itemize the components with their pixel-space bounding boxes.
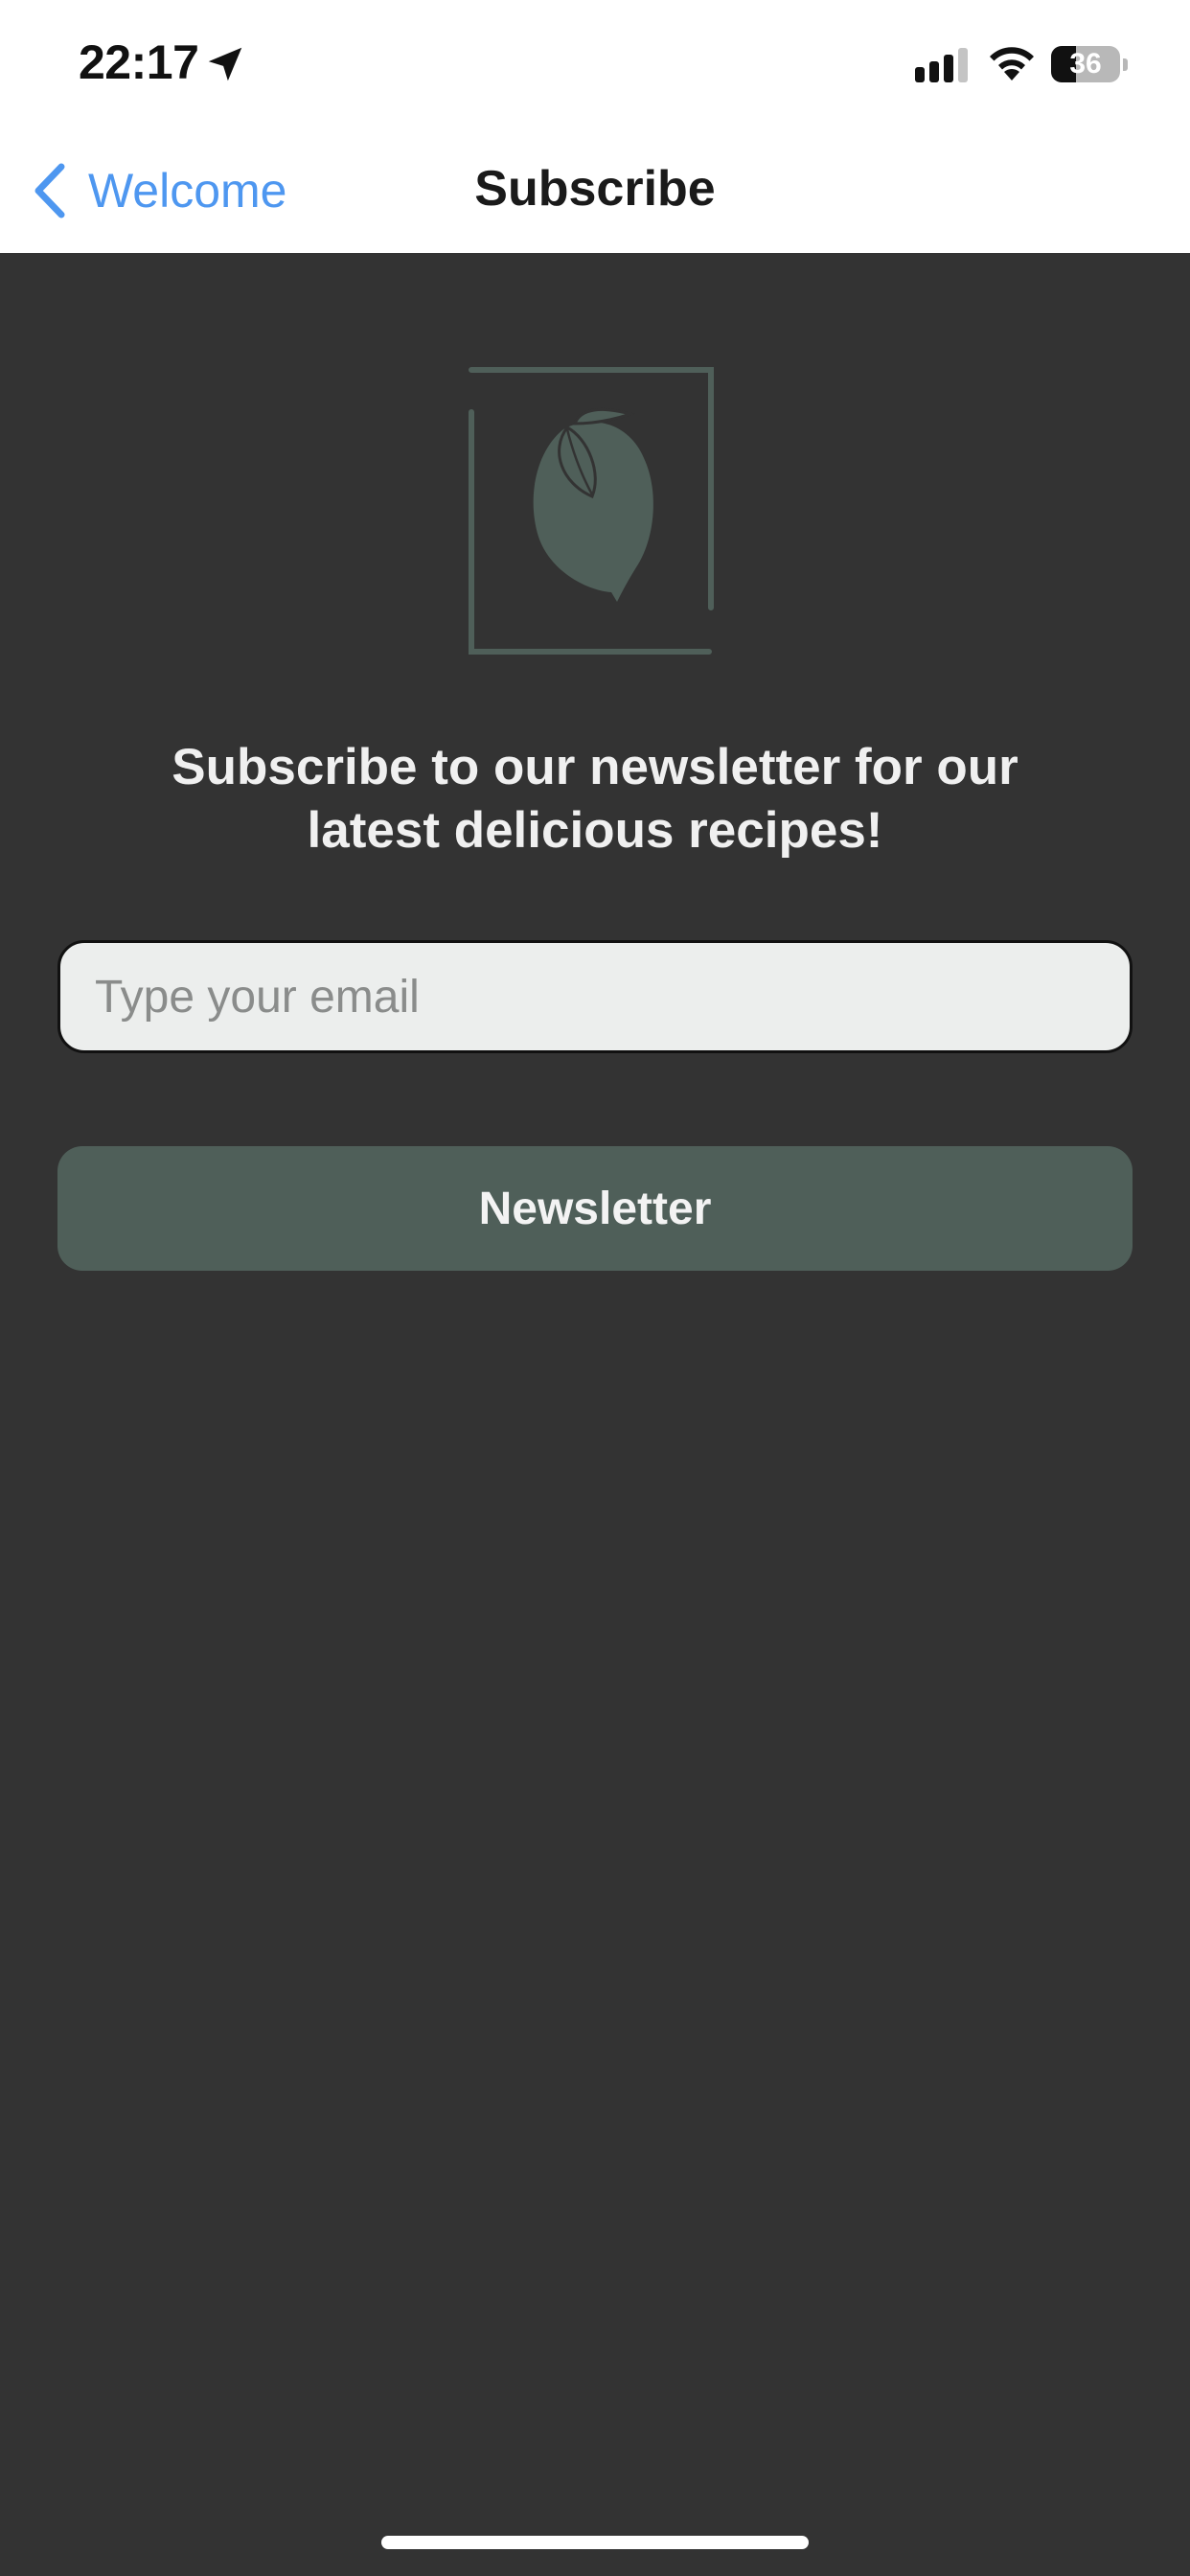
navigation-bar: Welcome Subscribe [0, 129, 1190, 253]
location-arrow-icon [208, 47, 242, 81]
newsletter-button[interactable]: Newsletter [57, 1146, 1133, 1271]
home-indicator[interactable] [381, 2536, 809, 2549]
battery-level: 36 [1069, 48, 1102, 80]
email-field[interactable] [57, 940, 1133, 1053]
wifi-icon [990, 47, 1034, 80]
status-time: 22:17 [79, 35, 199, 89]
cellular-signal-icon [915, 48, 968, 82]
newsletter-headline: Subscribe to our newsletter for our late… [172, 739, 1018, 859]
main-content: Subscribe to our newsletter for our late… [0, 253, 1190, 2576]
page-title: Subscribe [474, 161, 716, 217]
lemon-icon [469, 367, 714, 655]
status-bar: 22:17 36 [0, 0, 1190, 129]
battery-icon: 36 [1051, 46, 1128, 82]
